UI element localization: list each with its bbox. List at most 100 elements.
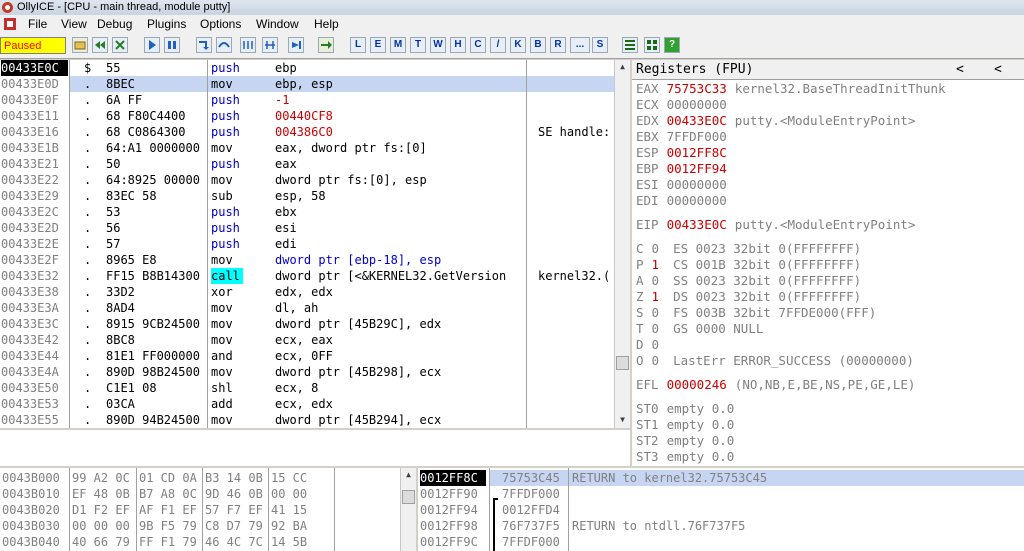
disasm-row[interactable]: 00433E2F. 8965 E8 mov dword ptr [ebp-18], e… [0,252,614,268]
disasm-row[interactable]: 00433E22. 64:8925 00000 mov dword ptr fs:[0… [0,172,614,188]
open-icon[interactable] [72,37,88,53]
disasm-row[interactable]: 00433E32. FF15 B8B14300 call dword ptr [<&K… [0,268,614,284]
tool-callstack-button[interactable]: K [510,37,526,53]
tool-windows-button[interactable]: W [430,37,446,53]
step-into-icon[interactable] [196,37,212,53]
menu-help[interactable]: Help [314,17,339,31]
menu-window[interactable]: Window [256,17,299,31]
execute-till-return-icon[interactable] [288,37,304,53]
disasm-row[interactable]: 00433E44. 81E1 FF000000 and ecx, 0FF [0,348,614,364]
menu-options[interactable]: Options [200,17,241,31]
cpu-window-icon[interactable] [3,17,17,31]
menu-plugins[interactable]: Plugins [147,17,186,31]
tool-modules-button[interactable]: E [370,37,386,53]
flag-row[interactable]: Z 1 DS 0023 32bit 0(FFFFFFFF) [636,289,861,305]
disasm-row[interactable]: 00433E16. 68 C0864300 push 004386C0 SE handl… [0,124,614,140]
register-row[interactable]: ESI 00000000 [636,177,735,193]
dump-scroll-thumb[interactable] [402,490,415,504]
dump-row[interactable]: 0043B030 00 00 00 009B F5 79 76C8 D7 79 7… [0,518,400,534]
stack-row[interactable]: 0012FF94 0012FFD4 [418,502,1024,518]
rewind-icon[interactable] [92,37,108,53]
disasm-row[interactable]: 00433E38. 33D2 xor edx, edx [0,284,614,300]
dump-pane[interactable]: 0043B000 99 A2 0C 7701 CD 0A 77B3 14 0B 7… [0,468,416,551]
disasm-row[interactable]: 00433E2C. 53 push ebx [0,204,614,220]
disasm-row[interactable]: 00433E0C $55 push ebp [0,60,614,76]
menu-file[interactable]: File [28,17,47,31]
nav-left-icon[interactable]: < [956,60,964,79]
flag-row[interactable]: P 1 CS 001B 32bit 0(FFFFFFFF) [636,257,861,273]
register-row[interactable]: ESP 0012FF8C [636,145,735,161]
tool-patches-button[interactable]: / [490,37,506,53]
disasm-row[interactable]: 00433E3C. 8915 9CB24500 mov dword ptr [45B2… [0,316,614,332]
registers-header[interactable]: Registers (FPU) < < [632,60,1024,80]
dump-scrollbar[interactable]: ▲ [400,468,416,551]
trace-into-icon[interactable] [240,37,256,53]
flag-row[interactable]: C 0 ES 0023 32bit 0(FFFFFFFF) [636,241,861,257]
disasm-row[interactable]: 00433E42. 8BC8 mov ecx, eax [0,332,614,348]
tool-handles-button[interactable]: H [450,37,466,53]
stack-row[interactable]: 0012FF98 76F737F5 RETURN to ntdll.76F737F5 [418,518,1024,534]
disasm-row[interactable]: 00433E4A. 890D 98B24500 mov dword ptr [45B2… [0,364,614,380]
eip-row[interactable]: EIP 00433E0C putty.<ModuleEntryPoint> [636,217,915,233]
trace-over-icon[interactable] [262,37,278,53]
disasm-row[interactable]: 00433E55. 890D 94B24500 mov dword ptr [45B2… [0,412,614,428]
disasm-row[interactable]: 00433E0F. 6A FF push -1 [0,92,614,108]
stack-row[interactable]: 0012FF90 7FFDF000 [418,486,1024,502]
stack-pane[interactable]: 0012FF8C 75753C45 RETURN to kernel32.75753… [418,468,1024,551]
flag-row[interactable]: S 0 FS 003B 32bit 7FFDE000(FFF) [636,305,876,321]
disasm-row[interactable]: 00433E53. 03CA add ecx, edx [0,396,614,412]
scroll-thumb[interactable] [616,356,629,370]
menu-view[interactable]: View [61,17,87,31]
dump-scroll-up-icon[interactable]: ▲ [402,469,415,481]
register-row[interactable]: ECX 00000000 [636,97,735,113]
tool-cpu-button[interactable]: C [470,37,486,53]
run-icon[interactable] [144,37,160,53]
fpu-row[interactable]: ST0 empty 0.0 [636,401,734,417]
close-icon[interactable] [112,37,128,53]
disasm-row[interactable]: 00433E3A. 8AD4 mov dl, ah [0,300,614,316]
flag-row[interactable]: T 0 GS 0000 NULL [636,321,763,337]
disasm-row[interactable]: 00433E2D. 56 push esi [0,220,614,236]
disassembly-pane[interactable]: 00433E0C $55 push ebp 00433E0D. 8BEC mov ebp, e… [0,60,630,428]
grid-icon[interactable] [644,37,660,53]
tool-breakpoints-button[interactable]: B [530,37,546,53]
nav-left-icon-2[interactable]: < [994,60,1002,79]
fpu-row[interactable]: ST2 empty 0.0 [636,433,734,449]
disasm-row[interactable]: 00433E2E. 57 push edi [0,236,614,252]
stack-row[interactable]: 0012FF9C 7FFDF000 [418,534,1024,550]
flag-row[interactable]: O 0 LastErr ERROR_SUCCESS (00000000) [636,353,914,369]
register-row[interactable]: EAX 75753C33 kernel32.BaseThreadInitThunk [636,81,946,97]
fpu-row[interactable]: ST3 empty 0.0 [636,449,734,465]
pause-icon[interactable] [164,37,180,53]
efl-row[interactable]: EFL 00000246 (NO,NB,E,BE,NS,PE,GE,LE) [636,377,915,393]
dump-row[interactable]: 0043B020 D1 F2 EF 73AF F1 EF 7357 F7 EF 7… [0,502,400,518]
fpu-row[interactable]: ST1 empty 0.0 [636,417,734,433]
disasm-row[interactable]: 00433E29. 83EC 58 sub esp, 58 [0,188,614,204]
flag-row[interactable]: A 0 SS 0023 32bit 0(FFFFFFFF) [636,273,861,289]
list-icon[interactable] [622,37,638,53]
disassembly-scrollbar[interactable]: ▲ ▼ [614,60,630,428]
flag-row[interactable]: D0 [636,337,673,353]
disasm-row[interactable]: 00433E1B. 64:A1 0000000 mov eax, dword ptr … [0,140,614,156]
help-icon[interactable]: ? [664,37,680,53]
disasm-row[interactable]: 00433E21. 50 push eax [0,156,614,172]
scroll-down-icon[interactable]: ▼ [616,414,629,426]
tool-threads-button[interactable]: T [410,37,426,53]
dump-row[interactable]: 0043B000 99 A2 0C 7701 CD 0A 77B3 14 0B 7… [0,470,400,486]
scroll-up-icon[interactable]: ▲ [616,61,629,73]
register-row[interactable]: EBX 7FFDF000 [636,129,735,145]
step-over-icon[interactable] [216,37,232,53]
disasm-row[interactable]: 00433E11. 68 F80C4400 push 00440CF8 [0,108,614,124]
tool-log-button[interactable]: L [350,37,366,53]
goto-icon[interactable] [318,37,334,53]
register-row[interactable]: EDI 00000000 [636,193,735,209]
stack-row[interactable]: 0012FF8C 75753C45 RETURN to kernel32.75753… [418,470,1024,486]
disasm-row[interactable]: 00433E0D. 8BEC mov ebp, esp [0,76,614,92]
tool-references-button[interactable]: R [550,37,566,53]
dump-row[interactable]: 0043B040 40 66 79 76FF F1 79 7646 4C 7C 7… [0,534,400,550]
register-row[interactable]: EDX 00433E0C putty.<ModuleEntryPoint> [636,113,915,129]
tool-memory-button[interactable]: M [390,37,406,53]
tool-runtrace-button[interactable]: ... [570,37,590,53]
dump-row[interactable]: 0043B010 EF 48 0B 77B7 A8 0C 779D 46 0B 7… [0,486,400,502]
disasm-row[interactable]: 00433E50. C1E1 08 shl ecx, 8 [0,380,614,396]
